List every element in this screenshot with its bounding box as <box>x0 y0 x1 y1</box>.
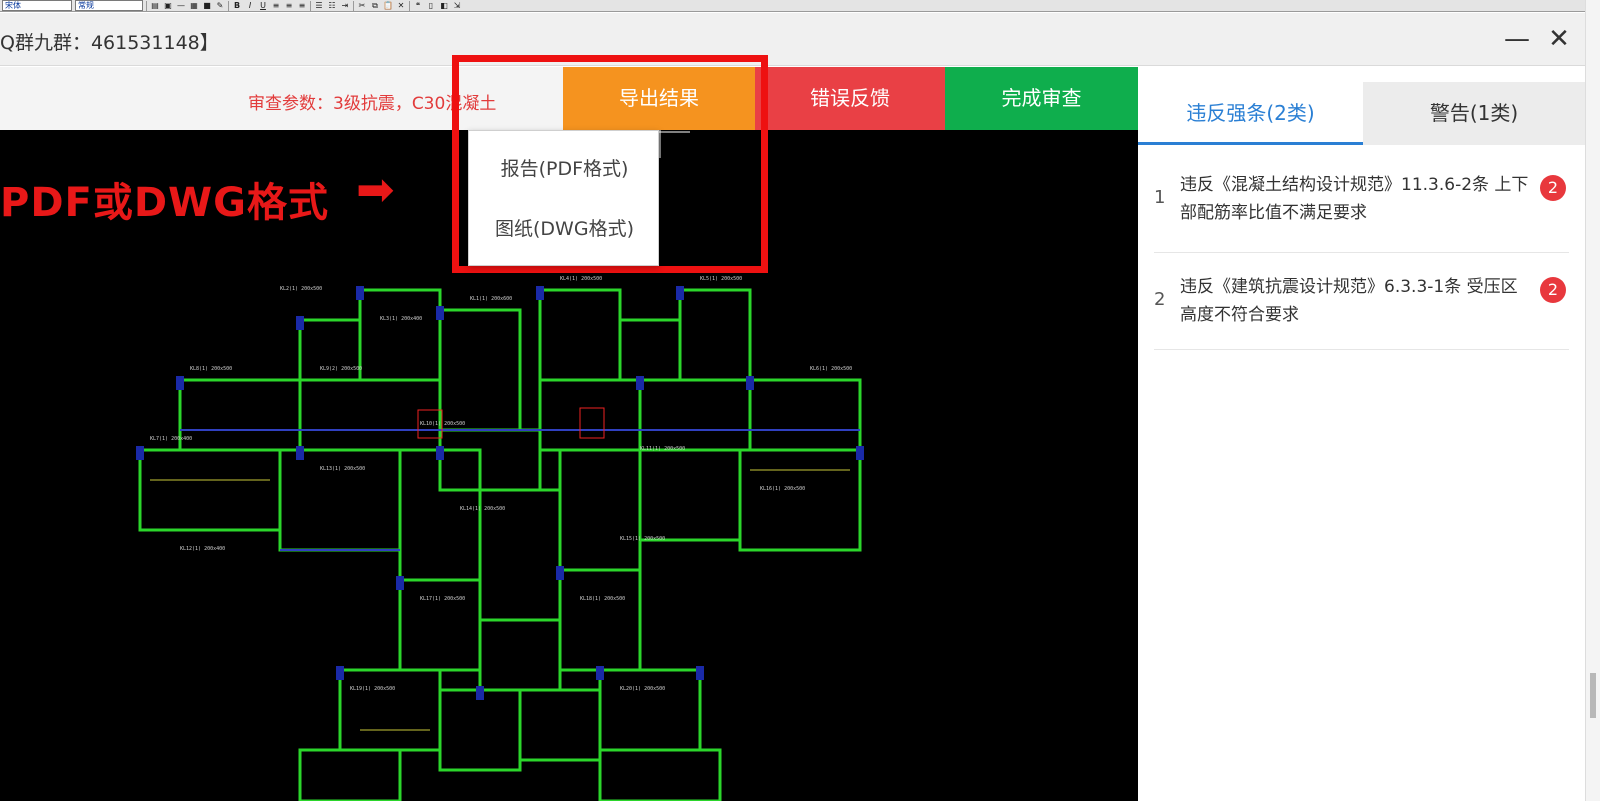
quote-icon[interactable]: ❝ <box>413 1 423 11</box>
error-feedback-button[interactable]: 错误反馈 <box>755 67 945 130</box>
window-title: Q群九群：461531148】 <box>0 32 219 54</box>
image-icon[interactable]: ▣ <box>163 1 173 11</box>
pen-icon[interactable]: ✎ <box>215 1 225 11</box>
toolbar-separator <box>310 0 311 11</box>
editor-toolbar: 宋体 常规 ▤ ▣ — ▦ ■ ✎ B I U ≡ ≡ ≡ ☰ ☷ ⇥ ✂ ⧉ … <box>0 0 1600 12</box>
title-bar: Q群九群：461531148】 — ✕ <box>0 13 1585 66</box>
svg-text:KL18(1) 200x500: KL18(1) 200x500 <box>580 596 625 602</box>
tab-warnings[interactable]: 警告(1类) <box>1363 82 1585 145</box>
svg-text:KL9(2) 200x500: KL9(2) 200x500 <box>320 366 362 372</box>
violation-number: 1 <box>1154 187 1166 208</box>
svg-text:KL17(1) 200x500: KL17(1) 200x500 <box>420 596 465 602</box>
underline-icon[interactable]: U <box>258 1 268 11</box>
toolbar-separator <box>409 0 410 11</box>
list-icon[interactable]: ☰ <box>314 1 324 11</box>
finish-review-button[interactable]: 完成审查 <box>945 67 1138 130</box>
svg-text:KL8(1) 200x500: KL8(1) 200x500 <box>190 366 232 372</box>
style-select[interactable]: 常规 <box>75 0 143 11</box>
svg-text:KL3(1) 200x400: KL3(1) 200x400 <box>380 316 422 322</box>
toolbar-separator <box>146 0 147 11</box>
svg-text:KL10(1) 200x500: KL10(1) 200x500 <box>420 421 465 427</box>
svg-text:KL2(1) 200x500: KL2(1) 200x500 <box>280 286 322 292</box>
action-bar: 审查参数：3级抗震，C30混凝土 导出结果 错误反馈 完成审查 <box>0 67 1138 130</box>
grid-icon[interactable]: ▦ <box>189 1 199 11</box>
line-icon[interactable]: — <box>176 1 186 11</box>
arrow-right-icon: ➡ <box>356 162 395 216</box>
numbered-list-icon[interactable]: ☷ <box>327 1 337 11</box>
align-center-icon[interactable]: ≡ <box>284 1 294 11</box>
italic-icon[interactable]: I <box>245 1 255 11</box>
scrollbar-thumb[interactable] <box>1590 673 1596 718</box>
export-results-button[interactable]: 导出结果 <box>563 67 755 130</box>
svg-text:KL4(1) 200x500: KL4(1) 200x500 <box>560 276 602 282</box>
svg-text:KL12(1) 200x400: KL12(1) 200x400 <box>180 546 225 552</box>
export-pdf-report-item[interactable]: 报告(PDF格式) <box>469 143 660 195</box>
violation-item[interactable]: 2 违反《建筑抗震设计规范》6.3.3-1条 受压区高度不符合要求 2 <box>1154 267 1569 350</box>
svg-text:KL20(1) 200x500: KL20(1) 200x500 <box>620 686 665 692</box>
indent-icon[interactable]: ⇥ <box>340 1 350 11</box>
scrollbar[interactable] <box>1585 0 1600 801</box>
close-icon[interactable]: ✕ <box>1544 25 1574 55</box>
svg-text:KL5(1) 200x500: KL5(1) 200x500 <box>700 276 742 282</box>
svg-text:KL14(1) 200x500: KL14(1) 200x500 <box>460 506 505 512</box>
svg-text:KL16(1) 200x500: KL16(1) 200x500 <box>760 486 805 492</box>
svg-text:KL15(1) 200x500: KL15(1) 200x500 <box>620 536 665 542</box>
svg-text:KL1(1) 200x600: KL1(1) 200x600 <box>470 296 512 302</box>
violation-text: 违反《混凝土结构设计规范》11.3.6-2条 上下部配筋率比值不满足要求 <box>1180 175 1529 223</box>
bold-icon[interactable]: B <box>232 1 242 11</box>
tab-mandatory-violations[interactable]: 违反强条(2类) <box>1138 82 1363 145</box>
toolbar-separator <box>353 0 354 11</box>
violation-item[interactable]: 1 违反《混凝土结构设计规范》11.3.6-2条 上下部配筋率比值不满足要求 2 <box>1154 167 1569 253</box>
review-window: 宋体 常规 ▤ ▣ — ▦ ■ ✎ B I U ≡ ≡ ≡ ☰ ☷ ⇥ ✂ ⧉ … <box>0 0 1600 801</box>
minimize-icon[interactable]: — <box>1502 25 1532 55</box>
toolbar-separator <box>228 0 229 11</box>
align-right-icon[interactable]: ≡ <box>297 1 307 11</box>
print-icon[interactable]: ▤ <box>150 1 160 11</box>
violation-count-badge: 2 <box>1540 175 1566 201</box>
copy-icon[interactable]: ⧉ <box>370 1 380 11</box>
export-dropdown-menu: 报告(PDF格式) 图纸(DWG格式) <box>468 130 659 266</box>
violation-number: 2 <box>1154 289 1166 310</box>
svg-text:KL19(1) 200x500: KL19(1) 200x500 <box>350 686 395 692</box>
svg-text:KL6(1) 200x500: KL6(1) 200x500 <box>810 366 852 372</box>
violation-text: 违反《建筑抗震设计规范》6.3.3-1条 受压区高度不符合要求 <box>1180 277 1518 325</box>
paste-icon[interactable]: 📋 <box>383 1 393 11</box>
cut-icon[interactable]: ✂ <box>357 1 367 11</box>
id-icon[interactable]: ◧ <box>439 1 449 11</box>
color-icon[interactable]: ■ <box>202 1 212 11</box>
svg-text:KL13(1) 200x500: KL13(1) 200x500 <box>320 466 365 472</box>
align-left-icon[interactable]: ≡ <box>271 1 281 11</box>
violation-count-badge: 2 <box>1540 277 1566 303</box>
violations-panel: 违反强条(2类) 警告(1类) 1 违反《混凝土结构设计规范》11.3.6-2条… <box>1138 67 1585 801</box>
review-params: 审查参数：3级抗震，C30混凝土 <box>248 94 497 114</box>
export-icon[interactable]: ⇲ <box>452 1 462 11</box>
page-icon[interactable]: ▯ <box>426 1 436 11</box>
format-hint-label: PDF或DWG格式 <box>0 180 329 226</box>
export-dwg-drawing-item[interactable]: 图纸(DWG格式) <box>469 203 660 255</box>
svg-text:KL11(1) 200x500: KL11(1) 200x500 <box>640 446 685 452</box>
watermark-url: www.xiazaiba.com <box>1496 785 1580 795</box>
font-select[interactable]: 宋体 <box>2 0 72 11</box>
delete-icon[interactable]: ✕ <box>396 1 406 11</box>
svg-text:KL7(1) 200x400: KL7(1) 200x400 <box>150 436 192 442</box>
